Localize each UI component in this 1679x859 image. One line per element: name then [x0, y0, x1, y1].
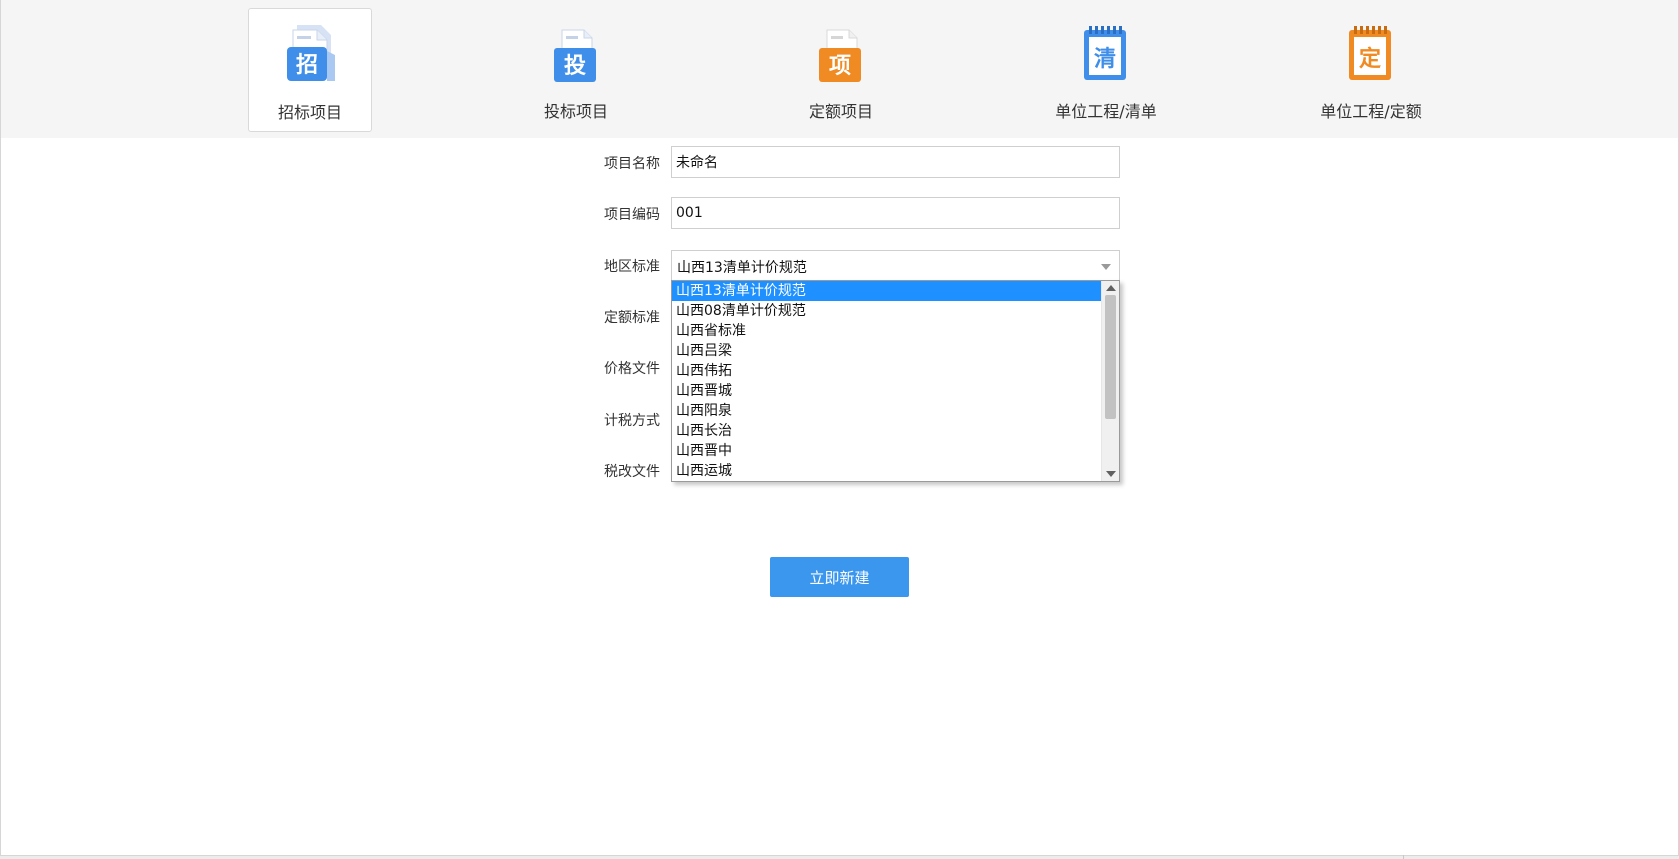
- scroll-up-arrow-icon[interactable]: [1106, 285, 1116, 291]
- dropdown-option[interactable]: 山西伟拓: [672, 361, 1101, 381]
- svg-text:项: 项: [829, 54, 851, 79]
- window-bottom-edge: [0, 855, 1679, 859]
- region-standard-dropdown-list[interactable]: 山西13清单计价规范 山西08清单计价规范 山西省标准 山西吕梁 山西伟拓 山西…: [671, 280, 1120, 482]
- dropdown-option[interactable]: 山西吕梁: [672, 341, 1101, 361]
- dropdown-option[interactable]: 山西省标准: [672, 321, 1101, 341]
- dropdown-option[interactable]: 山西运城: [672, 461, 1101, 481]
- project-name-label: 项目名称: [604, 156, 660, 172]
- tab-label: 投标项目: [543, 102, 608, 121]
- quota-project-document-icon: 项: [819, 29, 861, 82]
- chevron-down-icon[interactable]: [1101, 264, 1111, 270]
- region-standard-label: 地区标准: [604, 259, 660, 275]
- bid-submission-document-icon: 投: [554, 29, 596, 82]
- dropdown-option[interactable]: 山西晋中: [672, 441, 1101, 461]
- bill-list-notebook-icon: 清: [1084, 26, 1126, 80]
- resize-grip: [1403, 855, 1404, 859]
- tab-bid-submission-project[interactable]: 投 投标项目: [514, 8, 638, 132]
- tab-label: 招标项目: [277, 103, 342, 122]
- scrollbar-thumb[interactable]: [1105, 295, 1116, 419]
- region-standard-value: 山西13清单计价规范: [677, 260, 807, 276]
- svg-text:清: 清: [1094, 46, 1116, 72]
- svg-text:定: 定: [1359, 46, 1381, 72]
- svg-text:投: 投: [564, 54, 586, 79]
- scroll-down-arrow-icon[interactable]: [1106, 471, 1116, 477]
- dropdown-option[interactable]: 山西08清单计价规范: [672, 301, 1101, 321]
- quota-standard-label: 定额标准: [604, 310, 660, 326]
- svg-text:招: 招: [296, 53, 318, 78]
- tab-unit-project-bill[interactable]: 清 单位工程/清单: [1044, 8, 1168, 132]
- project-code-input[interactable]: [671, 197, 1120, 229]
- dropdown-option[interactable]: 山西13清单计价规范: [672, 281, 1101, 301]
- bid-invitation-document-icon: 招: [287, 25, 335, 81]
- quota-notebook-icon: 定: [1349, 26, 1391, 80]
- dropdown-scrollbar[interactable]: [1101, 281, 1119, 481]
- project-code-label: 项目编码: [604, 207, 660, 223]
- dropdown-option[interactable]: 山西阳泉: [672, 401, 1101, 421]
- tab-label: 单位工程/定额: [1320, 102, 1422, 121]
- tab-bid-invitation-project[interactable]: 招 招标项目: [248, 8, 372, 132]
- tax-method-label: 计税方式: [604, 413, 660, 429]
- project-type-toolbar: 招 招标项目 投 投标项目 项 定额项目 清 单位工程/清单 定 单位工程/定额: [1, 0, 1678, 138]
- create-now-button[interactable]: 立即新建: [770, 557, 909, 597]
- project-name-input[interactable]: [671, 146, 1120, 178]
- dropdown-option[interactable]: 山西晋城: [672, 381, 1101, 401]
- tab-unit-project-quota[interactable]: 定 单位工程/定额: [1309, 8, 1433, 132]
- region-standard-select[interactable]: 山西13清单计价规范: [671, 250, 1120, 281]
- dropdown-option[interactable]: 山西长治: [672, 421, 1101, 441]
- tax-reform-file-label: 税改文件: [604, 464, 660, 480]
- tab-quota-project[interactable]: 项 定额项目: [779, 8, 903, 132]
- price-file-label: 价格文件: [604, 361, 660, 377]
- tab-label: 单位工程/清单: [1055, 102, 1157, 121]
- tab-label: 定额项目: [808, 102, 873, 121]
